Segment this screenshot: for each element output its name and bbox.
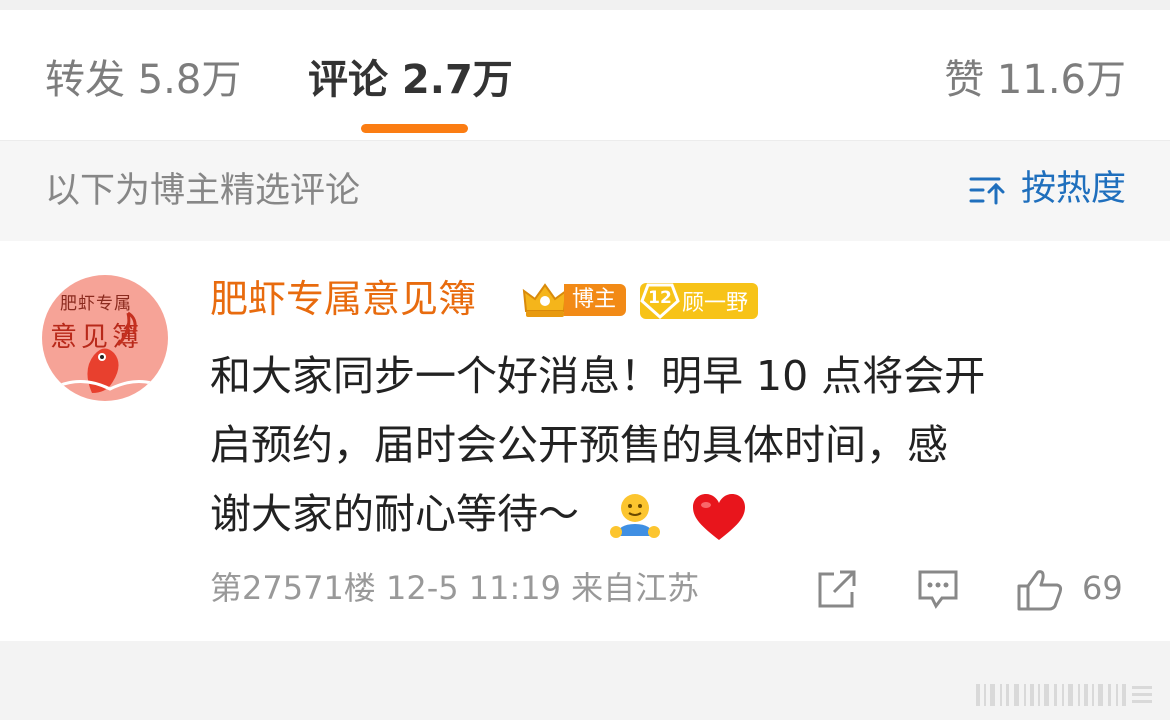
fan-badge[interactable]: 12 顾一野: [640, 283, 759, 319]
tab-like[interactable]: 赞 11.6万: [944, 60, 1126, 100]
owner-badge-label: 博主: [564, 284, 627, 316]
share-icon[interactable]: [816, 568, 858, 610]
fan-level-number: 12: [648, 288, 672, 308]
filter-label: 以下为博主精选评论: [45, 171, 361, 211]
content-line-3-text: 谢大家的耐心等待～: [210, 490, 579, 538]
comment-content: 和大家同步一个好消息！明早 10 点将会开 启预约，届时会公开预售的具体时间，感…: [210, 342, 1130, 549]
shrimp-illustration: [55, 311, 163, 393]
watermark-barcode: [976, 684, 1152, 706]
comment-icon[interactable]: [916, 568, 960, 610]
sort-icon: [969, 177, 1005, 204]
username[interactable]: 肥虾专属意见簿: [210, 280, 476, 318]
fan-level-icon: 12: [640, 283, 680, 319]
content-line-1: 和大家同步一个好消息！明早 10 点将会开: [210, 352, 986, 400]
owner-badge: 博主: [520, 281, 627, 319]
heart-emoji: [693, 494, 746, 540]
sort-label: 按热度: [1020, 169, 1126, 209]
tab-forward[interactable]: 转发 5.8万: [45, 60, 241, 100]
comment-meta: 第27571楼 12-5 11:19 来自江苏: [210, 569, 700, 607]
crown-icon: [522, 283, 568, 317]
hug-emoji: [610, 494, 661, 538]
thumbs-up-icon[interactable]: [1016, 568, 1064, 612]
top-strip: [0, 0, 1170, 10]
like-count: 69: [1082, 569, 1123, 607]
tab-bar: 转发 5.8万 评论 2.7万 赞 11.6万: [0, 10, 1170, 141]
sort-button[interactable]: 按热度: [969, 172, 1126, 207]
active-tab-indicator: [361, 124, 468, 133]
content-line-3: 谢大家的耐心等待～: [210, 480, 1130, 549]
content-line-2: 启预约，届时会公开预售的具体时间，感: [210, 421, 948, 469]
tab-comment[interactable]: 评论 2.7万: [308, 60, 513, 100]
fan-badge-label: 顾一野: [682, 291, 749, 316]
left-gutter: [0, 641, 210, 720]
avatar[interactable]: 肥虾专属 意见簿: [42, 275, 168, 401]
